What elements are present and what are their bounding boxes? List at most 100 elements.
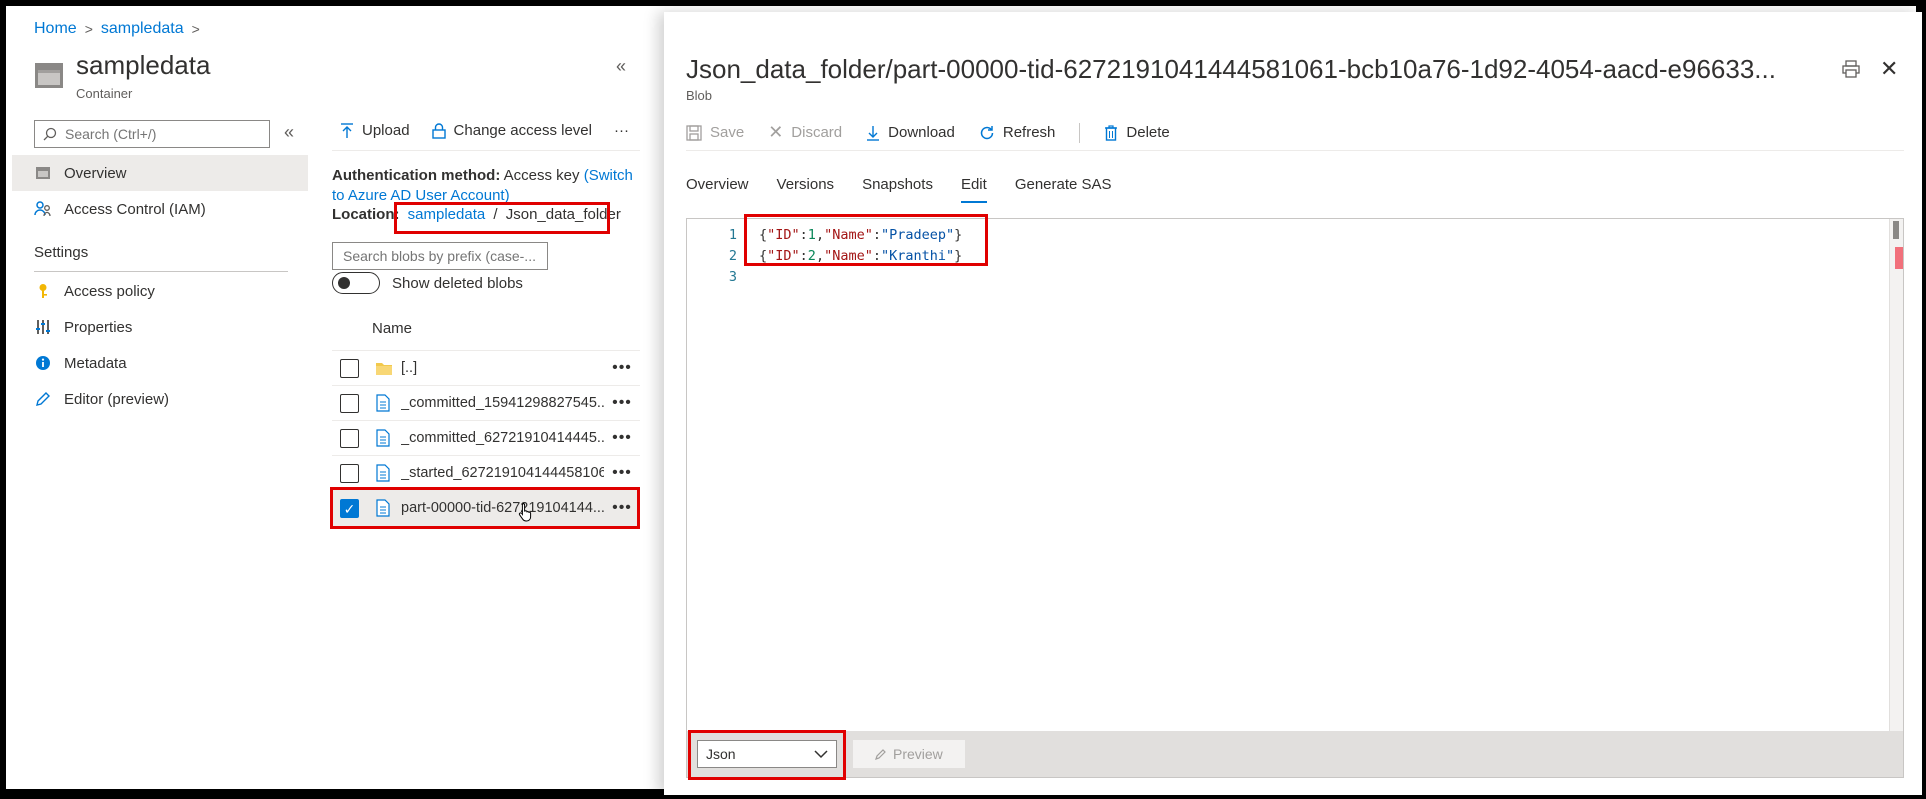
row-more-icon[interactable]: ••• [604, 429, 640, 447]
row-checkbox[interactable] [340, 463, 359, 483]
tab-overview[interactable]: Overview [686, 176, 749, 203]
people-icon [34, 200, 52, 218]
container-icon [35, 63, 63, 88]
blob-search-input[interactable] [341, 247, 539, 265]
highlight-box [394, 202, 610, 234]
row-more-icon[interactable]: ••• [604, 394, 640, 412]
more-icon[interactable]: ··· [614, 122, 629, 139]
properties-icon [34, 318, 52, 336]
breadcrumb-home[interactable]: Home [34, 20, 77, 38]
chevron-right-icon: > [191, 21, 200, 37]
file-icon [375, 429, 393, 447]
table-row[interactable]: _committed_62721910414445... ••• [332, 421, 640, 456]
blob-toolbar: Save ✕ Discard Download Refresh Delete [686, 122, 1170, 143]
table-row[interactable]: _started_6272191041444581061 ••• [332, 456, 640, 491]
highlight-box [688, 730, 846, 780]
chevron-right-icon: > [84, 21, 93, 37]
delete-button[interactable]: Delete [1104, 124, 1170, 141]
hand-cursor-icon [518, 503, 532, 522]
breadcrumb: Home > sampledata > [34, 20, 200, 38]
sidebar-item-label: Overview [64, 164, 127, 182]
scrollbar-marker [1895, 247, 1903, 269]
save-button[interactable]: Save [686, 124, 744, 141]
auth-method: Authentication method: Access key (Switc… [332, 167, 633, 204]
upload-button[interactable]: Upload [340, 122, 410, 139]
search-input[interactable] [63, 125, 253, 143]
editor-footer: Json Preview [687, 731, 1903, 777]
sidebar-item-overview[interactable]: Overview [12, 155, 308, 191]
name-column-header[interactable]: Name [372, 320, 412, 337]
x-icon: ✕ [768, 122, 784, 142]
download-icon [867, 125, 880, 141]
sidebar-search[interactable] [34, 120, 270, 148]
blob-title: Json_data_folder/part-00000-tid-62721910… [686, 54, 1776, 84]
sidebar-item-label: Access Control (IAM) [64, 200, 206, 218]
container-toolbar: Upload Change access level ··· [340, 122, 629, 139]
tab-snapshots[interactable]: Snapshots [862, 176, 933, 203]
table-row[interactable]: [..] ••• [332, 351, 640, 386]
tab-edit[interactable]: Edit [960, 176, 987, 203]
pencil-icon [34, 390, 52, 408]
upload-icon [341, 122, 353, 138]
folder-icon [375, 359, 393, 377]
row-checkbox[interactable] [340, 358, 359, 378]
settings-heading: Settings [34, 244, 89, 261]
print-icon[interactable] [1842, 60, 1860, 78]
download-button[interactable]: Download [866, 124, 955, 141]
lock-icon [431, 122, 446, 139]
sidebar-item-label: Access policy [64, 282, 155, 300]
breadcrumb-sampledata[interactable]: sampledata [101, 20, 184, 38]
row-more-icon[interactable]: ••• [604, 359, 640, 377]
sidebar-item-properties[interactable]: Properties [12, 309, 308, 345]
refresh-button[interactable]: Refresh [979, 124, 1055, 141]
highlight-box [330, 487, 640, 529]
page-title: sampledata [76, 50, 211, 80]
container-icon [34, 164, 52, 182]
show-deleted-toggle[interactable] [332, 272, 380, 294]
save-icon [686, 124, 702, 141]
blob-panel: Json_data_folder/part-00000-tid-62721910… [664, 12, 1922, 795]
file-icon [375, 464, 393, 482]
divider [332, 150, 640, 151]
file-icon [375, 394, 393, 412]
tab-versions[interactable]: Versions [777, 176, 835, 203]
toolbar-divider [1079, 122, 1081, 143]
show-deleted-row: Show deleted blobs [332, 272, 523, 294]
sidebar-item-metadata[interactable]: Metadata [12, 345, 308, 381]
page-subtitle: Container [76, 86, 133, 101]
collapse-sidebar-icon[interactable]: « [284, 122, 294, 143]
sidebar-item-label: Properties [64, 318, 133, 336]
preview-button[interactable]: Preview [853, 740, 965, 768]
info-icon [34, 354, 52, 372]
table-row[interactable]: _committed_15941298827545... ••• [332, 386, 640, 421]
sidebar-item-label: Metadata [64, 354, 127, 372]
highlight-box [744, 214, 988, 266]
change-access-level-button[interactable]: Change access level [431, 122, 592, 139]
close-icon[interactable]: ✕ [1880, 56, 1898, 82]
scrollbar-thumb[interactable] [1893, 221, 1899, 239]
trash-icon [1105, 124, 1118, 141]
search-icon [43, 127, 57, 141]
collapse-icon[interactable]: « [616, 56, 626, 77]
sidebar-item-editor[interactable]: Editor (preview) [12, 381, 308, 417]
discard-button[interactable]: ✕ Discard [768, 122, 842, 143]
refresh-icon [980, 125, 994, 139]
blob-tabs: Overview Versions Snapshots Edit Generat… [686, 176, 1112, 203]
code-editor[interactable]: 1 2 3 {"ID":1,"Name":"Pradeep"} {"ID":2,… [686, 218, 1904, 778]
divider [686, 150, 1904, 151]
sidebar-item-access-policy[interactable]: Access policy [12, 273, 308, 309]
scrollbar[interactable] [1889, 219, 1903, 733]
row-checkbox[interactable] [340, 393, 359, 413]
blob-search[interactable] [332, 242, 548, 270]
line-numbers: 1 2 3 [728, 227, 737, 285]
divider [34, 271, 288, 272]
row-more-icon[interactable]: ••• [604, 464, 640, 482]
window-frame: Home > sampledata > sampledata Container… [0, 0, 1926, 799]
sidebar-item-iam[interactable]: Access Control (IAM) [12, 191, 308, 227]
sidebar-item-label: Editor (preview) [64, 390, 170, 408]
tab-generate-sas[interactable]: Generate SAS [1015, 176, 1112, 203]
key-icon [34, 282, 52, 300]
row-checkbox[interactable] [340, 428, 359, 448]
blob-subtitle: Blob [686, 88, 713, 103]
